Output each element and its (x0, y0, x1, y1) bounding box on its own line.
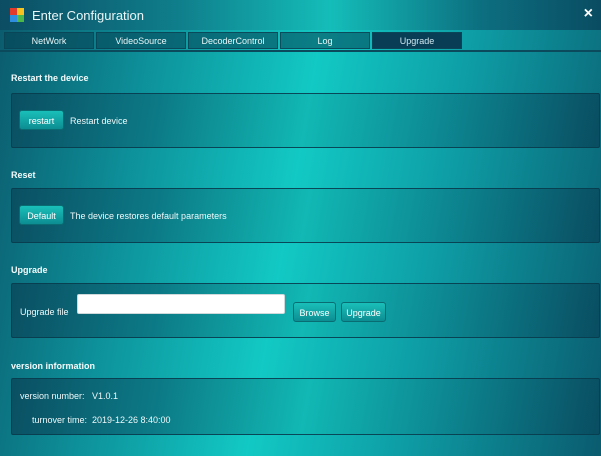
version-number-label: version number: (20, 391, 85, 401)
upgrade-file-label: Upgrade file (20, 307, 69, 317)
default-button[interactable]: Default (19, 205, 64, 225)
upgrade-panel: Upgrade file Browse Upgrade (11, 283, 600, 338)
restart-description: Restart device (70, 116, 128, 126)
tab-upgrade[interactable]: Upgrade (372, 32, 462, 49)
turnover-time-label: turnover time: (32, 415, 88, 425)
version-panel: version number: V1.0.1 turnover time: 20… (11, 378, 600, 435)
version-heading: version information (11, 361, 96, 371)
upgrade-heading: Upgrade (11, 265, 48, 275)
version-number-value: V1.0.1 (92, 391, 119, 401)
app-icon (10, 8, 24, 22)
window-title: Enter Configuration (32, 7, 145, 23)
tab-decodercontrol[interactable]: DecoderControl (188, 32, 278, 49)
close-icon[interactable]: × (584, 6, 593, 22)
reset-heading: Reset (11, 170, 36, 180)
restart-button[interactable]: restart (19, 110, 64, 130)
restart-heading: Restart the device (11, 73, 89, 83)
tab-log[interactable]: Log (280, 32, 370, 49)
upgrade-file-input[interactable] (77, 294, 285, 314)
title-bar: Enter Configuration × (0, 0, 601, 30)
restart-panel: restart Restart device (11, 93, 600, 148)
tab-videosource[interactable]: VideoSource (96, 32, 186, 49)
upgrade-button[interactable]: Upgrade (341, 302, 386, 322)
turnover-time-value: 2019-12-26 8:40:00 (92, 415, 171, 425)
tab-bar: NetWork VideoSource DecoderControl Log U… (0, 30, 601, 52)
reset-panel: Default The device restores default para… (11, 188, 600, 243)
tab-network[interactable]: NetWork (4, 32, 94, 49)
reset-description: The device restores default parameters (70, 211, 227, 221)
browse-button[interactable]: Browse (293, 302, 336, 322)
